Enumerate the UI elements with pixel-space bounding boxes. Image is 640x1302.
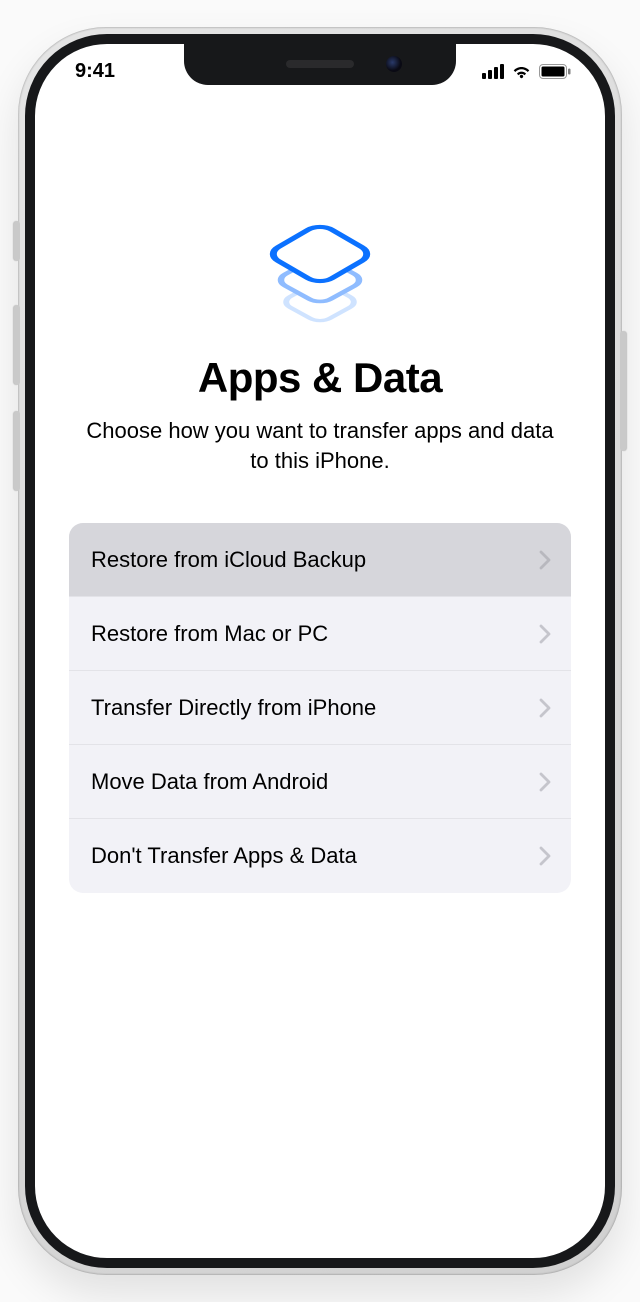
- status-time: 9:41: [75, 60, 115, 83]
- chevron-right-icon: [539, 698, 551, 718]
- chevron-right-icon: [539, 624, 551, 644]
- page-subtitle: Choose how you want to transfer apps and…: [35, 416, 605, 475]
- option-move-data-from-android[interactable]: Move Data from Android: [69, 745, 571, 819]
- option-restore-from-icloud-backup[interactable]: Restore from iCloud Backup: [69, 523, 571, 597]
- chevron-right-icon: [539, 772, 551, 792]
- status-indicators: [482, 64, 571, 79]
- notch: [184, 43, 456, 85]
- power-button: [620, 331, 626, 451]
- option-label: Don't Transfer Apps & Data: [91, 843, 357, 869]
- iphone-device-frame: 9:41: [18, 27, 622, 1275]
- option-label: Restore from iCloud Backup: [91, 547, 366, 573]
- volume-down-button: [14, 411, 20, 491]
- screen: 9:41: [25, 34, 615, 1268]
- option-label: Restore from Mac or PC: [91, 621, 328, 647]
- volume-up-button: [14, 305, 20, 385]
- option-label: Transfer Directly from iPhone: [91, 695, 376, 721]
- chevron-right-icon: [539, 846, 551, 866]
- option-restore-from-mac-or-pc[interactable]: Restore from Mac or PC: [69, 597, 571, 671]
- setup-apps-and-data-screen: Apps & Data Choose how you want to trans…: [35, 44, 605, 1258]
- option-dont-transfer-apps-and-data[interactable]: Don't Transfer Apps & Data: [69, 819, 571, 893]
- page-title: Apps & Data: [198, 354, 442, 402]
- battery-icon: [539, 64, 571, 79]
- mute-switch: [14, 221, 20, 261]
- transfer-options-list: Restore from iCloud Backup Restore from …: [69, 523, 571, 893]
- front-camera: [386, 56, 402, 72]
- speaker-grille: [286, 60, 354, 68]
- stacked-layers-icon: [245, 184, 395, 334]
- option-transfer-directly-from-iphone[interactable]: Transfer Directly from iPhone: [69, 671, 571, 745]
- cellular-signal-icon: [482, 64, 504, 79]
- option-label: Move Data from Android: [91, 769, 328, 795]
- wifi-icon: [511, 64, 532, 79]
- chevron-right-icon: [539, 550, 551, 570]
